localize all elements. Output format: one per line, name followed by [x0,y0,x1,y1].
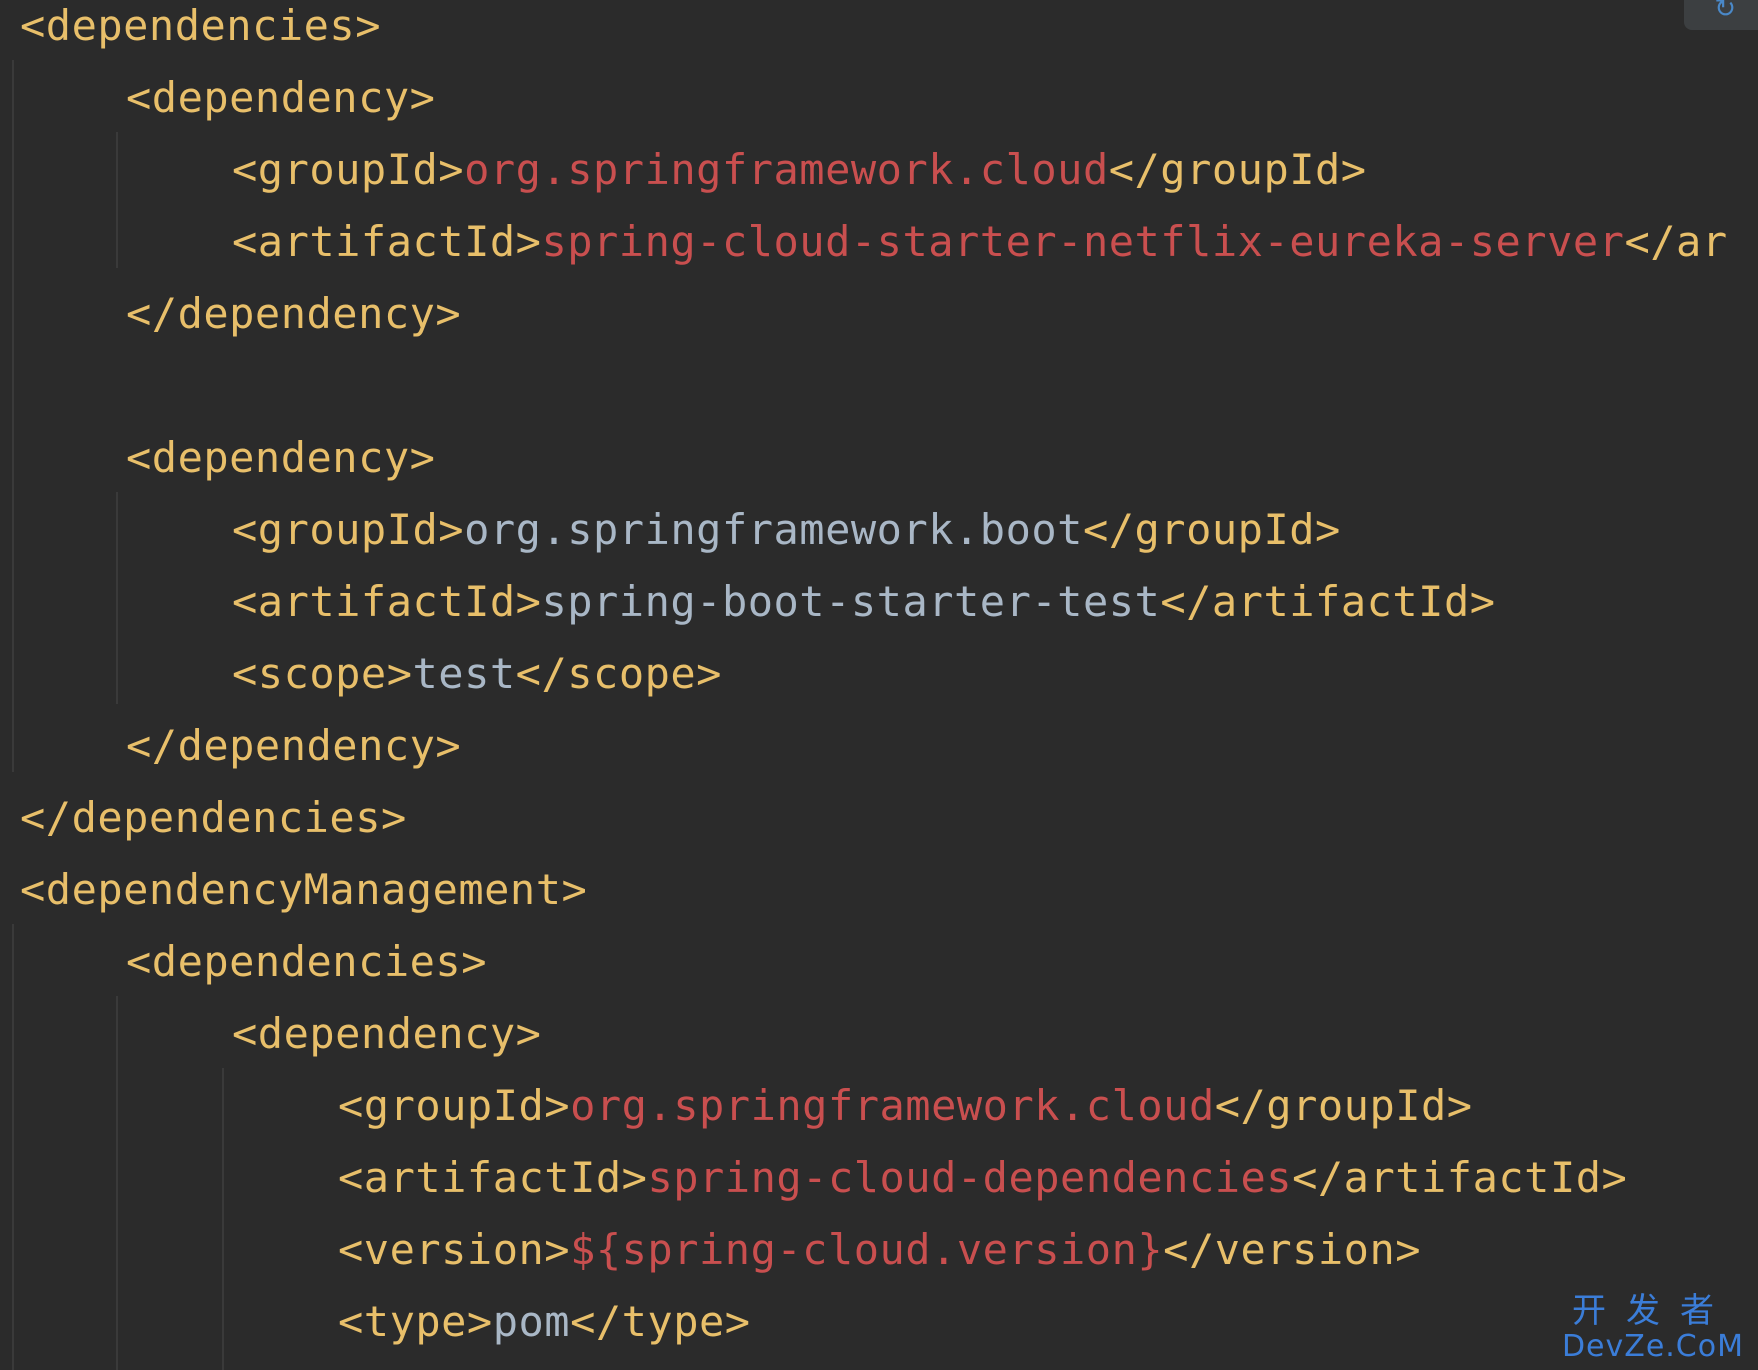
xml-tag: </groupId> [1108,145,1367,194]
indent-guide [222,1068,224,1370]
xml-tag: <groupId> [232,505,465,554]
code-line[interactable]: <groupId>org.springframework.boot</group… [232,494,1341,566]
code-line[interactable]: <artifactId>spring-boot-starter-test</ar… [232,566,1496,638]
code-line[interactable]: <dependencies> [126,926,487,998]
watermark-cn: 开发者 [1571,1291,1734,1331]
xml-tag: </type> [570,1297,751,1346]
xml-value: ${spring-cloud.version} [570,1225,1164,1274]
xml-tag: <version> [338,1225,571,1274]
maven-reload-widget[interactable]: ↻ [1684,0,1758,30]
code-line[interactable]: <dependencyManagement> [20,854,587,926]
xml-value: org.springframework.cloud [570,1081,1215,1130]
xml-tag: <artifactId> [338,1153,648,1202]
indent-guide [116,492,118,704]
code-line[interactable]: <groupId>org.springframework.cloud</grou… [338,1070,1473,1142]
code-line[interactable]: <dependencies> [20,0,381,62]
xml-tag: </version> [1163,1225,1422,1274]
code-line[interactable]: <artifactId>spring-cloud-starter-netflix… [232,206,1728,278]
code-editor[interactable]: <dependencies> <dependency> <groupId>org.s… [0,0,1758,1370]
xml-value: spring-boot-starter-test [541,577,1161,626]
code-line[interactable]: <scope>test</scope> [232,638,722,710]
xml-tag: <dependency> [126,433,436,482]
xml-tag: <dependency> [232,1009,542,1058]
xml-tag: <groupId> [338,1081,571,1130]
xml-tag: <dependencies> [20,1,382,50]
xml-tag: <dependencyManagement> [20,865,588,914]
xml-tag: </groupId> [1082,505,1341,554]
xml-value: pom [492,1297,571,1346]
code-line[interactable]: </dependencies> [20,782,407,854]
code-line[interactable]: </dependency> [126,710,461,782]
xml-value: org.springframework.boot [464,505,1083,554]
xml-value: spring-cloud-dependencies [647,1153,1293,1202]
code-line[interactable]: <type>pom</type> [338,1286,751,1358]
code-line[interactable]: <dependency> [126,422,435,494]
xml-tag: </dependencies> [20,793,407,842]
xml-tag: <artifactId> [232,217,542,266]
xml-tag: </scope> [515,649,722,698]
code-line[interactable]: <groupId>org.springframework.cloud</grou… [232,134,1367,206]
code-line[interactable]: <artifactId>spring-cloud-dependencies</a… [338,1142,1627,1214]
indent-guide [116,996,118,1370]
code-line[interactable]: <dependency> [232,998,541,1070]
code-line[interactable]: </dependency> [126,278,461,350]
xml-tag: <groupId> [232,145,465,194]
xml-tag: <dependencies> [126,937,488,986]
xml-tag: </artifactId> [1292,1153,1628,1202]
watermark-en: DevZe.CoM [1561,1329,1744,1364]
xml-tag: <scope> [232,649,413,698]
xml-tag: <type> [338,1297,493,1346]
refresh-icon[interactable]: ↻ [1714,0,1736,24]
xml-tag: </ar [1624,217,1728,266]
xml-tag: </dependency> [126,721,462,770]
xml-tag: </dependency> [126,289,462,338]
xml-tag: </artifactId> [1160,577,1496,626]
indent-guide [116,132,118,268]
code-line[interactable]: <version>${spring-cloud.version}</versio… [338,1214,1421,1286]
indent-guide [12,60,14,772]
site-watermark: 开发者 DevZe.CoM [1562,1294,1744,1362]
xml-tag: <dependency> [126,73,436,122]
xml-value: spring-cloud-starter-netflix-eureka-serv… [541,217,1625,266]
code-line[interactable]: <dependency> [126,62,435,134]
xml-tag: </groupId> [1214,1081,1473,1130]
xml-value: org.springframework.cloud [464,145,1109,194]
indent-guide [12,924,14,1370]
xml-value: test [412,649,516,698]
xml-tag: <artifactId> [232,577,542,626]
